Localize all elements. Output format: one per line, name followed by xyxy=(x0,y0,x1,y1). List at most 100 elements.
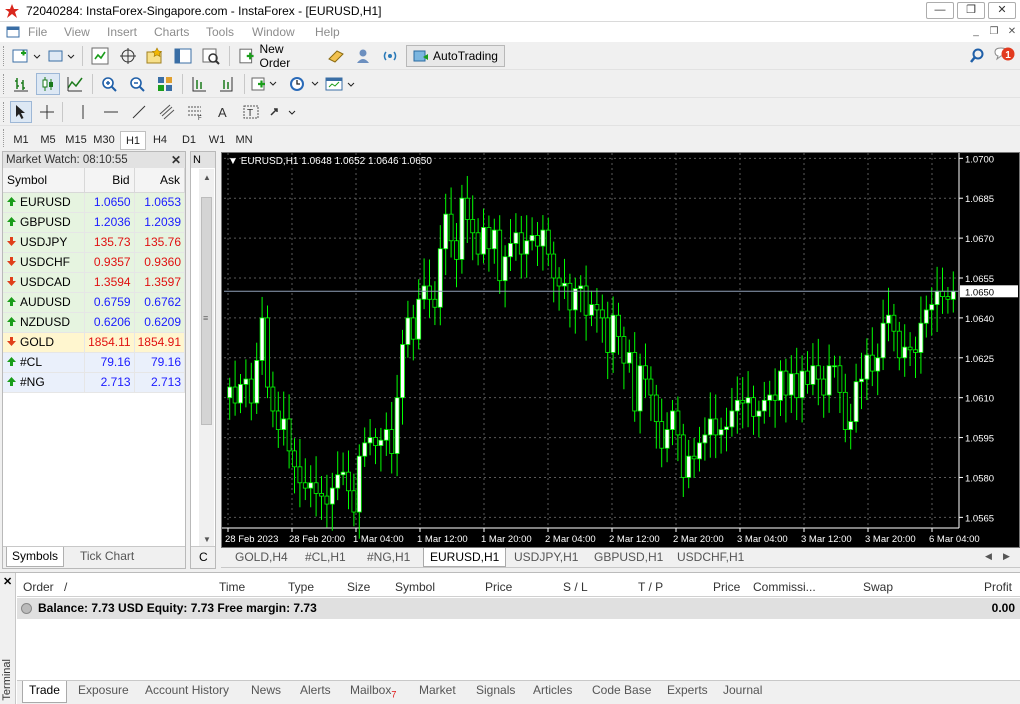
tab-signals[interactable]: Signals xyxy=(470,681,521,703)
symbol-cell[interactable]: USDCAD xyxy=(3,272,86,293)
text-button[interactable]: A xyxy=(212,101,234,123)
column-ask[interactable]: Ask xyxy=(134,168,186,193)
candlestick-button[interactable] xyxy=(36,73,60,95)
menu-window[interactable]: Window xyxy=(252,25,295,39)
symbol-cell[interactable]: USDCHF xyxy=(3,252,86,273)
horizontal-line-button[interactable] xyxy=(100,101,122,123)
minimize-button[interactable]: — xyxy=(926,2,954,19)
market-watch-row[interactable]: GOLD 1854.11 1854.91 xyxy=(3,332,186,353)
chart-window[interactable]: 1.0700 1.0685 1.0670 1.0655 1.0640 1.0625 1.06… xyxy=(221,152,1020,548)
market-watch-row[interactable]: USDCHF 0.9357 0.9360 xyxy=(3,252,186,273)
navigator-tab-common[interactable]: C xyxy=(191,546,215,568)
column-sl[interactable]: S / L xyxy=(563,580,588,594)
arrows-button[interactable] xyxy=(268,101,298,123)
symbol-cell[interactable]: EURUSD xyxy=(3,192,86,213)
tab-code-base[interactable]: Code Base xyxy=(586,681,657,703)
column-order[interactable]: Order xyxy=(23,580,54,594)
strategy-tester-button[interactable] xyxy=(199,45,223,67)
tab-articles[interactable]: Articles xyxy=(527,681,578,703)
chart-tab-gbpusd-h1[interactable]: GBPUSD,H1 xyxy=(588,548,669,567)
tab-journal[interactable]: Journal xyxy=(717,681,768,703)
column-tp[interactable]: T / P xyxy=(638,580,663,594)
new-order-button[interactable]: New Order xyxy=(234,42,320,70)
market-watch-row[interactable]: #NG 2.713 2.713 xyxy=(3,372,186,393)
trendline-button[interactable] xyxy=(128,101,150,123)
tab-symbols[interactable]: Symbols xyxy=(6,547,65,567)
column-swap[interactable]: Swap xyxy=(863,580,893,594)
fibonacci-button[interactable]: F xyxy=(184,101,206,123)
timeframe-h1[interactable]: H1 xyxy=(120,131,146,150)
chart-collapse-icon[interactable]: ▼ xyxy=(228,156,238,167)
timeframe-m1[interactable]: M1 xyxy=(8,131,34,150)
tab-experts[interactable]: Experts xyxy=(661,681,714,703)
timeframe-w1[interactable]: W1 xyxy=(204,131,230,150)
chart-tab-eurusd-h1[interactable]: EURUSD,H1 xyxy=(423,548,507,567)
chart-tab-ng-h1[interactable]: #NG,H1 xyxy=(361,548,416,567)
chart-tab-usdjpy-h1[interactable]: USDJPY,H1 xyxy=(508,548,584,567)
chart-tab-usdchf-h1[interactable]: USDCHF,H1 xyxy=(671,548,750,567)
templates-button[interactable] xyxy=(324,73,358,95)
column-time[interactable]: Time xyxy=(219,580,245,594)
restore-button[interactable]: ❐ xyxy=(957,2,985,19)
menu-file[interactable]: File xyxy=(28,25,47,39)
market-watch-row[interactable]: USDJPY 135.73 135.76 xyxy=(3,232,186,253)
indicators-button[interactable] xyxy=(250,73,280,95)
column-size[interactable]: Size xyxy=(347,580,370,594)
menu-charts[interactable]: Charts xyxy=(154,25,189,39)
menu-insert[interactable]: Insert xyxy=(107,25,137,39)
crosshair-button[interactable] xyxy=(36,101,58,123)
mdi-close-button[interactable]: ✕ xyxy=(1004,25,1020,39)
tab-news[interactable]: News xyxy=(245,681,287,703)
column-type[interactable]: Type xyxy=(288,580,314,594)
community-button[interactable] xyxy=(351,45,375,67)
scroll-down-arrow-icon[interactable]: ▼ xyxy=(203,535,211,544)
column-price[interactable]: Price xyxy=(485,580,512,594)
tab-account-history[interactable]: Account History xyxy=(139,681,235,703)
navigator-scrollbar[interactable]: ▲ ≡ ▼ xyxy=(199,169,214,547)
timeframe-mn[interactable]: MN xyxy=(231,131,257,150)
market-watch-button[interactable] xyxy=(88,45,112,67)
terminal-button[interactable] xyxy=(171,45,195,67)
mdi-minimize-button[interactable]: _ xyxy=(968,25,984,39)
market-watch-row[interactable]: #CL 79.16 79.16 xyxy=(3,352,186,373)
column-commission[interactable]: Commissi... xyxy=(753,580,816,594)
text-label-button[interactable]: T xyxy=(240,101,262,123)
tab-trade[interactable]: Trade xyxy=(22,681,67,703)
profiles-button[interactable] xyxy=(47,45,77,67)
search-button[interactable] xyxy=(966,45,988,67)
market-watch-row[interactable]: AUDUSD 0.6759 0.6762 xyxy=(3,292,186,313)
market-watch-close-button[interactable]: ✕ xyxy=(171,152,181,168)
column-symbol[interactable]: Symbol xyxy=(395,580,435,594)
column-profit[interactable]: Profit xyxy=(984,580,1012,594)
line-chart-button[interactable] xyxy=(64,73,86,95)
menu-tools[interactable]: Tools xyxy=(206,25,234,39)
market-watch-row[interactable]: EURUSD 1.0650 1.0653 xyxy=(3,192,186,213)
chart-shift-button[interactable] xyxy=(188,73,210,95)
timeframe-m30[interactable]: M30 xyxy=(91,131,117,150)
navigator-button[interactable] xyxy=(143,45,167,67)
column-bid[interactable]: Bid xyxy=(84,168,135,193)
cursor-button[interactable] xyxy=(10,101,32,123)
symbol-cell[interactable]: #CL xyxy=(3,352,86,373)
chart-tab-gold-h4[interactable]: GOLD,H4 xyxy=(229,548,294,567)
navigator-scroll-thumb[interactable] xyxy=(201,197,212,425)
data-window-button[interactable] xyxy=(116,45,140,67)
balance-row[interactable]: Balance: 7.73 USD Equity: 7.73 Free marg… xyxy=(17,598,1020,619)
market-watch-row[interactable]: NZDUSD 0.6206 0.6209 xyxy=(3,312,186,333)
autotrading-button[interactable]: AutoTrading xyxy=(406,45,505,67)
column-symbol[interactable]: Symbol xyxy=(3,168,86,193)
tab-scroll-right-icon[interactable]: ▶ xyxy=(1003,551,1010,562)
timeframe-d1[interactable]: D1 xyxy=(176,131,202,150)
symbol-cell[interactable]: AUDUSD xyxy=(3,292,86,313)
tab-exposure[interactable]: Exposure xyxy=(72,681,135,703)
zoom-out-button[interactable] xyxy=(126,73,148,95)
timeframe-m15[interactable]: M15 xyxy=(63,131,89,150)
periods-button[interactable] xyxy=(286,73,322,95)
symbol-cell[interactable]: USDJPY xyxy=(3,232,86,253)
autoscroll-button[interactable] xyxy=(216,73,238,95)
symbol-cell[interactable]: #NG xyxy=(3,372,86,393)
tab-mailbox[interactable]: Mailbox7 xyxy=(344,681,402,703)
market-watch-row[interactable]: GBPUSD 1.2036 1.2039 xyxy=(3,212,186,233)
notifications-button[interactable]: 1 xyxy=(992,45,1016,67)
menu-help[interactable]: Help xyxy=(315,25,340,39)
